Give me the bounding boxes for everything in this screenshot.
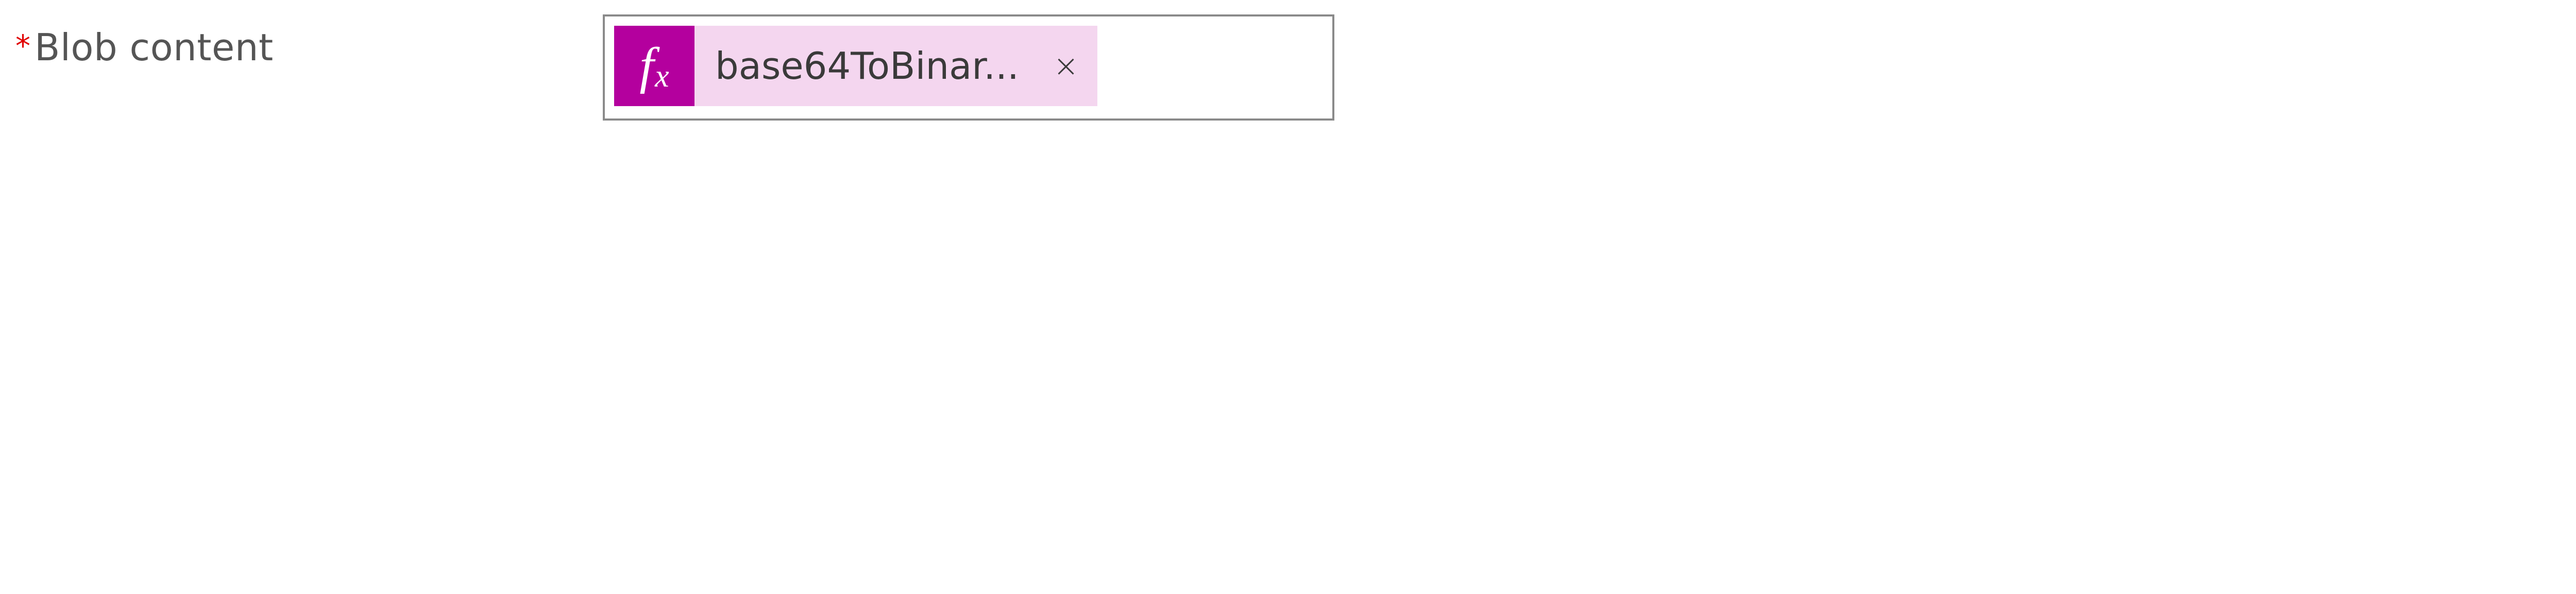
expression-token[interactable]: fx base64ToBinar... × <box>614 26 1097 106</box>
field-label-cell: * Blob content <box>15 14 603 69</box>
remove-token-button[interactable]: × <box>1050 50 1082 81</box>
required-marker: * <box>15 31 30 61</box>
fx-icon: fx <box>614 26 694 106</box>
form-row: * Blob content fx base64ToBinar... × <box>15 14 2561 121</box>
field-label: Blob content <box>35 26 274 69</box>
expression-token-text: base64ToBinar... <box>715 44 1019 88</box>
blob-content-input[interactable]: fx base64ToBinar... × <box>603 14 1334 121</box>
